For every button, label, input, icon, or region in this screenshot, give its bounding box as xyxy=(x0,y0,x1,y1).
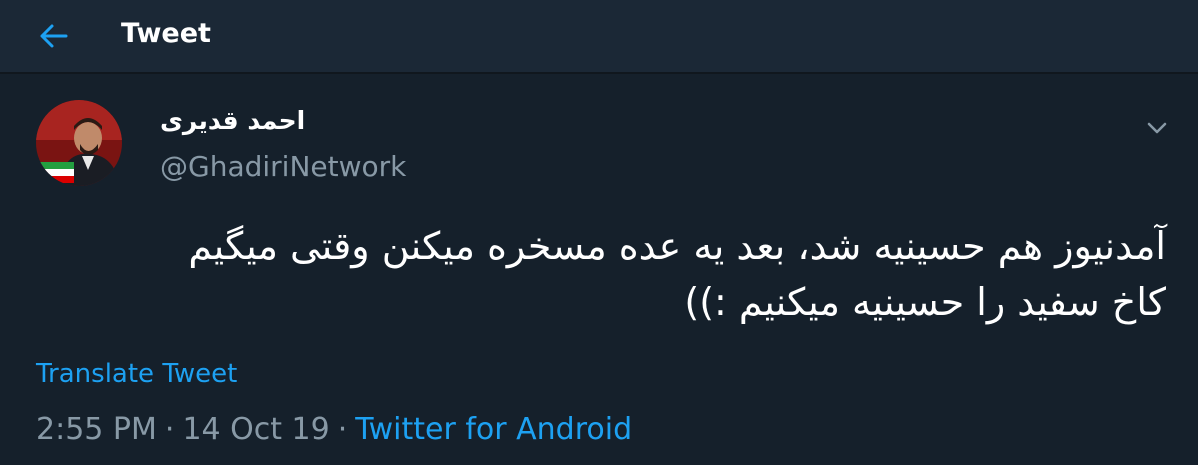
tweet-menu-button[interactable] xyxy=(1140,114,1174,142)
author-display-name[interactable]: احمد قدیری xyxy=(160,104,305,138)
tweet-text: آمدنیوز هم حسینیه شد، بعد یه عده مسخره م… xyxy=(188,224,1166,324)
translate-tweet-link[interactable]: Translate Tweet xyxy=(36,357,237,391)
meta-separator: · xyxy=(337,412,348,447)
tweet-source-link[interactable]: Twitter for Android xyxy=(355,412,632,447)
back-button[interactable] xyxy=(30,14,78,58)
author-handle[interactable]: @GhadiriNetwork xyxy=(160,149,406,185)
top-app-bar: Tweet xyxy=(0,0,1198,74)
tweet-metadata: 2:55 PM · 14 Oct 19 · Twitter for Android xyxy=(36,410,632,450)
tweet-date: 14 Oct 19 xyxy=(182,412,330,447)
avatar[interactable] xyxy=(36,100,122,186)
page-title: Tweet xyxy=(121,18,211,49)
tweet-time: 2:55 PM xyxy=(36,412,157,447)
meta-separator: · xyxy=(164,412,175,447)
chevron-down-icon xyxy=(1147,122,1167,134)
arrow-left-icon xyxy=(40,24,68,48)
